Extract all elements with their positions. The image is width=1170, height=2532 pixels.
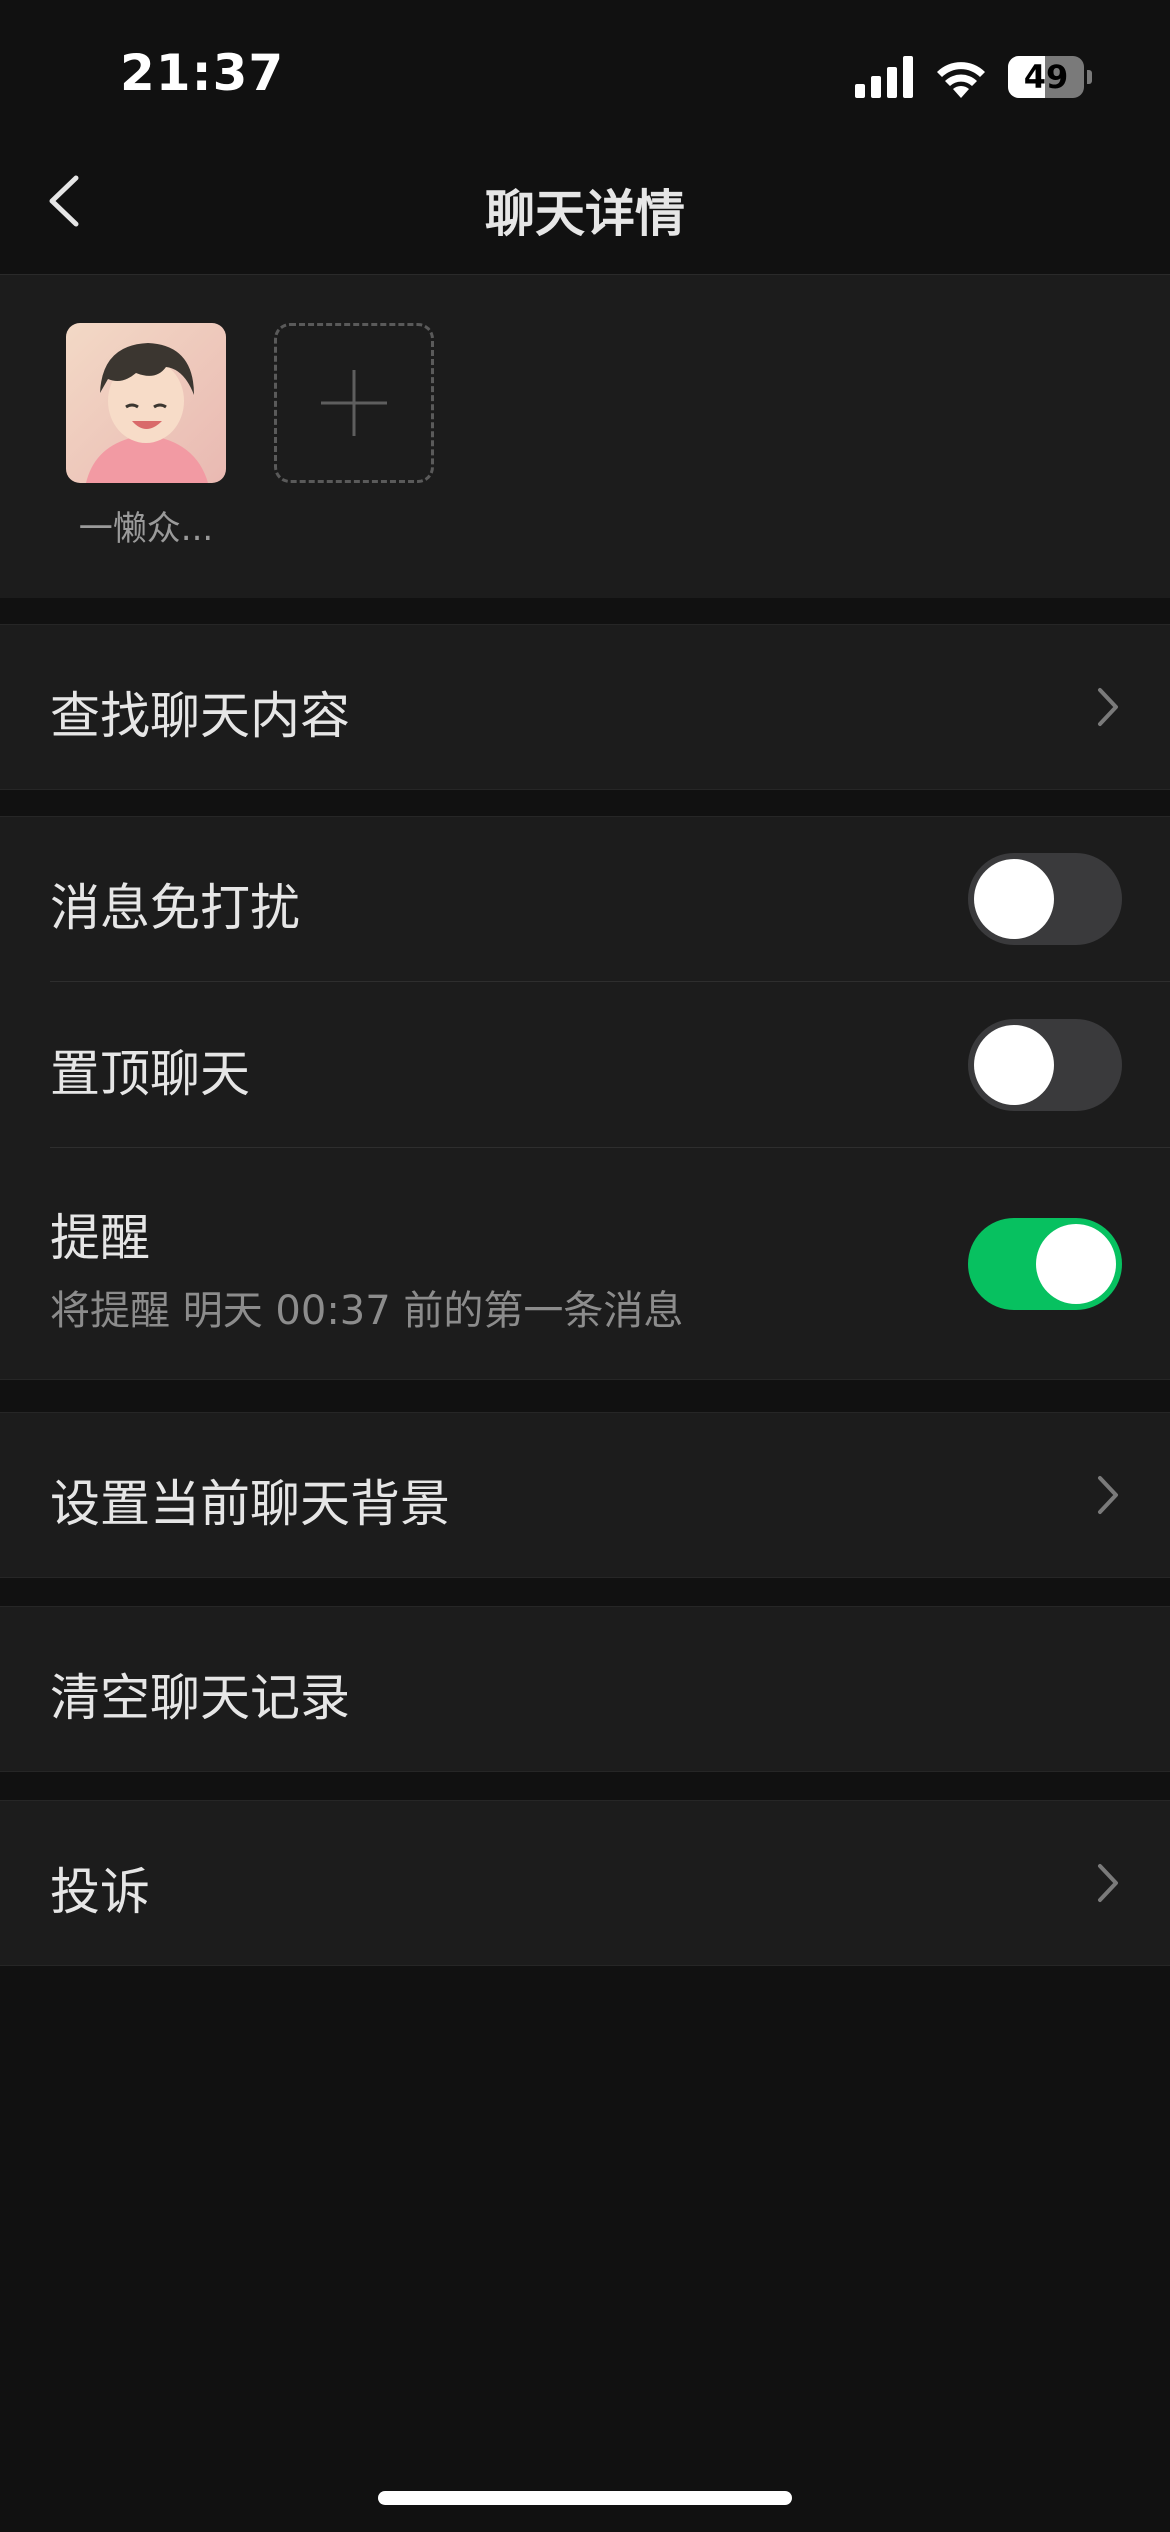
toggle-group: 消息免打扰 置顶聊天 提醒 将提醒 明天 00:37 前的第一条消息	[0, 816, 1170, 1380]
search-group: 查找聊天内容	[0, 624, 1170, 790]
mute-toggle[interactable]	[968, 853, 1122, 945]
page-title: 聊天详情	[485, 185, 685, 243]
search-chat-content-label: 查找聊天内容	[50, 687, 350, 745]
chevron-right-icon	[1098, 1864, 1118, 1902]
chat-background-label: 设置当前聊天背景	[50, 1475, 450, 1533]
clear-chat-history-label: 清空聊天记录	[50, 1669, 350, 1727]
chevron-right-icon	[1098, 1476, 1118, 1514]
wifi-icon	[937, 62, 985, 98]
pin-chat-label: 置顶聊天	[50, 1045, 250, 1103]
members-section: 一懒众...	[0, 274, 1170, 598]
report-group: 投诉	[0, 1800, 1170, 1966]
background-group: 设置当前聊天背景	[0, 1412, 1170, 1578]
pin-chat-item[interactable]: 置顶聊天	[0, 982, 1170, 1148]
chevron-right-icon	[1098, 688, 1118, 726]
report-item[interactable]: 投诉	[0, 1800, 1170, 1966]
mute-label: 消息免打扰	[50, 879, 300, 937]
home-indicator[interactable]	[378, 2491, 792, 2505]
reminder-description: 将提醒 明天 00:37 前的第一条消息	[50, 1288, 684, 1334]
battery-icon: 49	[1008, 56, 1092, 98]
status-bar: 21:37 49	[0, 0, 1170, 140]
add-member-button[interactable]	[274, 323, 434, 483]
plus-icon	[321, 370, 387, 436]
member-name: 一懒众...	[78, 509, 214, 549]
avatar[interactable]	[66, 323, 226, 483]
clear-chat-history-item[interactable]: 清空聊天记录	[0, 1606, 1170, 1772]
mute-item[interactable]: 消息免打扰	[0, 816, 1170, 982]
nav-bar: 聊天详情	[0, 140, 1170, 274]
reminder-item[interactable]: 提醒 将提醒 明天 00:37 前的第一条消息	[0, 1148, 1170, 1380]
status-time: 21:37	[120, 44, 285, 102]
chat-details-screen: 21:37 49 聊天详情 一懒众... 查找聊天内容 消息免打扰 置顶聊天 提…	[0, 0, 1170, 2532]
search-chat-content-item[interactable]: 查找聊天内容	[0, 624, 1170, 790]
signal-icon	[855, 56, 913, 98]
battery-level: 49	[1023, 58, 1069, 96]
pin-chat-toggle[interactable]	[968, 1019, 1122, 1111]
chat-background-item[interactable]: 设置当前聊天背景	[0, 1412, 1170, 1578]
reminder-label: 提醒	[50, 1209, 150, 1267]
member-item[interactable]: 一懒众...	[66, 323, 226, 550]
clear-history-group: 清空聊天记录	[0, 1606, 1170, 1772]
reminder-toggle[interactable]	[968, 1218, 1122, 1310]
report-label: 投诉	[50, 1863, 150, 1921]
